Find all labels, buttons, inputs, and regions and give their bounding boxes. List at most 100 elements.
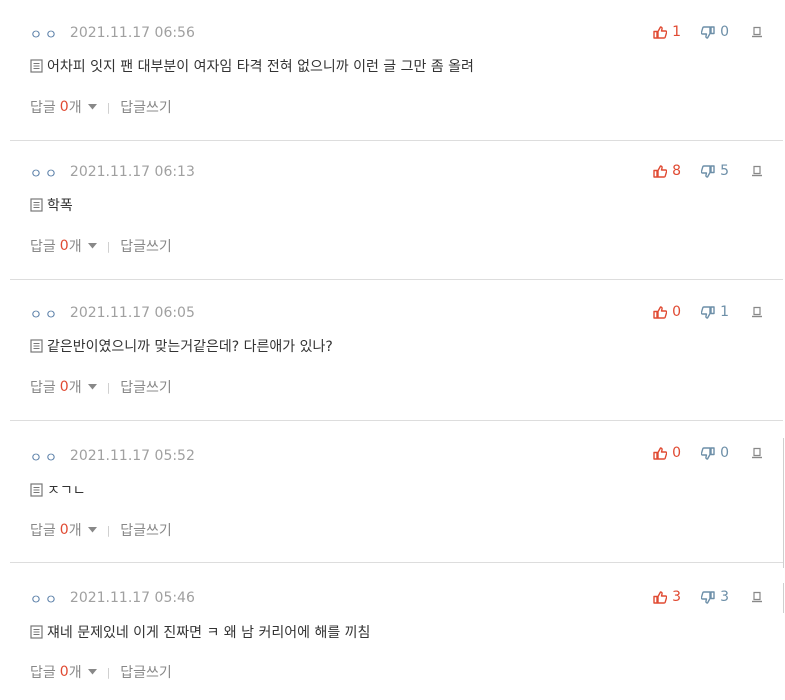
comment-date: 2021.11.17 06:13 bbox=[69, 164, 195, 180]
thumbs-down-icon bbox=[701, 446, 715, 460]
reply-count: 0 bbox=[59, 664, 69, 680]
comment-text: 같은반이였으니까 맞는거같은데? 다른애가 있나? bbox=[47, 339, 333, 355]
caret-down-icon bbox=[87, 243, 97, 249]
comment-author[interactable]: ㅇㅇ bbox=[30, 447, 60, 466]
write-reply-link[interactable]: 답글쓰기 bbox=[120, 97, 172, 117]
report-icon bbox=[752, 306, 762, 318]
reply-label: 답글 bbox=[30, 239, 56, 255]
reply-count-suffix: 개 bbox=[68, 523, 82, 539]
comment-body: 학폭 bbox=[30, 195, 73, 215]
vote-bar: 1 0 bbox=[653, 22, 763, 42]
downvote-button[interactable]: 5 bbox=[701, 163, 729, 179]
upvote-count: 8 bbox=[672, 163, 682, 179]
reply-label: 답글 bbox=[30, 523, 56, 539]
upvote-button[interactable]: 8 bbox=[653, 163, 681, 179]
comment-item: ㅇㅇ 2021.11.17 05:52 0 0 ㅈㄱㄴ 답글 0 개 | 답글쓰… bbox=[10, 421, 783, 563]
comment-date: 2021.11.17 06:56 bbox=[69, 25, 195, 41]
comment-date: 2021.11.17 05:46 bbox=[69, 590, 195, 606]
reply-count-suffix: 개 bbox=[68, 665, 82, 681]
comment-meta: ㅇㅇ 2021.11.17 06:13 bbox=[30, 163, 195, 182]
comment-item: ㅇㅇ 2021.11.17 06:13 8 5 학폭 답글 0 개 | 답글쓰기 bbox=[10, 139, 783, 280]
comment-body: 어차피 잇지 팬 대부분이 여자임 타격 전혀 없으니까 이런 글 그만 좀 올… bbox=[30, 56, 474, 76]
action-separator: | bbox=[106, 523, 111, 537]
downvote-count: 5 bbox=[720, 163, 729, 179]
vote-bar: 8 5 bbox=[653, 161, 763, 181]
comment-text: 학폭 bbox=[47, 198, 73, 214]
upvote-button[interactable]: 0 bbox=[653, 445, 681, 461]
reply-count: 0 bbox=[59, 238, 69, 254]
report-icon bbox=[752, 165, 762, 177]
caret-down-icon bbox=[87, 669, 97, 675]
write-reply-link[interactable]: 답글쓰기 bbox=[120, 377, 172, 397]
comment-body: 쟤네 문제있네 이게 진짜면 ㅋ 왜 남 커리어에 해를 끼침 bbox=[30, 622, 370, 642]
action-separator: | bbox=[106, 239, 111, 253]
comment-meta: ㅇㅇ 2021.11.17 06:05 bbox=[30, 304, 195, 323]
upvote-count: 3 bbox=[672, 589, 682, 605]
reply-count-suffix: 개 bbox=[68, 100, 82, 116]
comment-item: ㅇㅇ 2021.11.17 06:56 1 0 어차피 잇지 팬 대부분이 여자… bbox=[10, 0, 783, 141]
downvote-button[interactable]: 0 bbox=[701, 445, 729, 461]
reply-toggle-button[interactable]: 답글 0 개 bbox=[30, 97, 107, 117]
upvote-button[interactable]: 3 bbox=[653, 589, 681, 605]
downvote-button[interactable]: 0 bbox=[701, 24, 729, 40]
reply-label: 답글 bbox=[30, 665, 56, 681]
report-button[interactable] bbox=[751, 165, 763, 177]
memo-icon bbox=[30, 483, 43, 497]
comment-actions: 답글 0 개 | 답글쓰기 bbox=[30, 377, 172, 397]
write-reply-link[interactable]: 답글쓰기 bbox=[120, 520, 172, 540]
report-button[interactable] bbox=[751, 447, 763, 459]
reply-toggle-button[interactable]: 답글 0 개 bbox=[30, 662, 107, 682]
panel-border bbox=[783, 438, 784, 568]
comment-actions: 답글 0 개 | 답글쓰기 bbox=[30, 662, 172, 682]
thumbs-down-icon bbox=[701, 305, 715, 319]
reply-count: 0 bbox=[59, 99, 69, 115]
vote-bar: 3 3 bbox=[653, 587, 763, 607]
comment-author[interactable]: ㅇㅇ bbox=[30, 24, 60, 43]
comment-date: 2021.11.17 05:52 bbox=[69, 448, 195, 464]
reply-label: 답글 bbox=[30, 380, 56, 396]
upvote-button[interactable]: 1 bbox=[653, 24, 681, 40]
comment-date: 2021.11.17 06:05 bbox=[69, 305, 195, 321]
memo-icon bbox=[30, 198, 43, 212]
report-button[interactable] bbox=[751, 306, 763, 318]
thumbs-up-icon bbox=[653, 164, 668, 178]
report-icon bbox=[752, 26, 762, 38]
upvote-button[interactable]: 0 bbox=[653, 304, 681, 320]
downvote-count: 0 bbox=[720, 445, 729, 461]
reply-count-suffix: 개 bbox=[68, 239, 82, 255]
downvote-count: 0 bbox=[720, 24, 729, 40]
downvote-button[interactable]: 1 bbox=[701, 304, 729, 320]
comment-author[interactable]: ㅇㅇ bbox=[30, 304, 60, 323]
comment-author[interactable]: ㅇㅇ bbox=[30, 589, 60, 608]
reply-count-suffix: 개 bbox=[68, 380, 82, 396]
report-button[interactable] bbox=[751, 591, 763, 603]
caret-down-icon bbox=[87, 384, 97, 390]
memo-icon bbox=[30, 339, 43, 353]
report-button[interactable] bbox=[751, 26, 763, 38]
memo-icon bbox=[30, 59, 43, 73]
reply-toggle-button[interactable]: 답글 0 개 bbox=[30, 236, 107, 256]
comment-text: 어차피 잇지 팬 대부분이 여자임 타격 전혀 없으니까 이런 글 그만 좀 올… bbox=[47, 59, 474, 75]
thumbs-down-icon bbox=[701, 590, 715, 604]
action-separator: | bbox=[106, 100, 111, 114]
reply-toggle-button[interactable]: 답글 0 개 bbox=[30, 377, 107, 397]
write-reply-link[interactable]: 답글쓰기 bbox=[120, 236, 172, 256]
comment-author[interactable]: ㅇㅇ bbox=[30, 163, 60, 182]
action-separator: | bbox=[106, 665, 111, 679]
comment-body: 같은반이였으니까 맞는거같은데? 다른애가 있나? bbox=[30, 336, 333, 356]
write-reply-link[interactable]: 답글쓰기 bbox=[120, 662, 172, 682]
comment-body: ㅈㄱㄴ bbox=[30, 480, 86, 500]
comment-item: ㅇㅇ 2021.11.17 05:46 3 3 쟤네 문제있네 이게 진짜면 ㅋ… bbox=[10, 563, 783, 700]
thumbs-up-icon bbox=[653, 25, 668, 39]
comment-text: 쟤네 문제있네 이게 진짜면 ㅋ 왜 남 커리어에 해를 끼침 bbox=[47, 625, 371, 641]
reply-label: 답글 bbox=[30, 100, 56, 116]
upvote-count: 1 bbox=[672, 24, 682, 40]
comment-meta: ㅇㅇ 2021.11.17 06:56 bbox=[30, 24, 195, 43]
thumbs-up-icon bbox=[653, 305, 668, 319]
comment-item: ㅇㅇ 2021.11.17 06:05 0 1 같은반이였으니까 맞는거같은데?… bbox=[10, 280, 783, 421]
panel-border bbox=[783, 583, 784, 613]
report-icon bbox=[752, 591, 762, 603]
reply-toggle-button[interactable]: 답글 0 개 bbox=[30, 520, 107, 540]
downvote-button[interactable]: 3 bbox=[701, 589, 729, 605]
comment-actions: 답글 0 개 | 답글쓰기 bbox=[30, 520, 172, 540]
